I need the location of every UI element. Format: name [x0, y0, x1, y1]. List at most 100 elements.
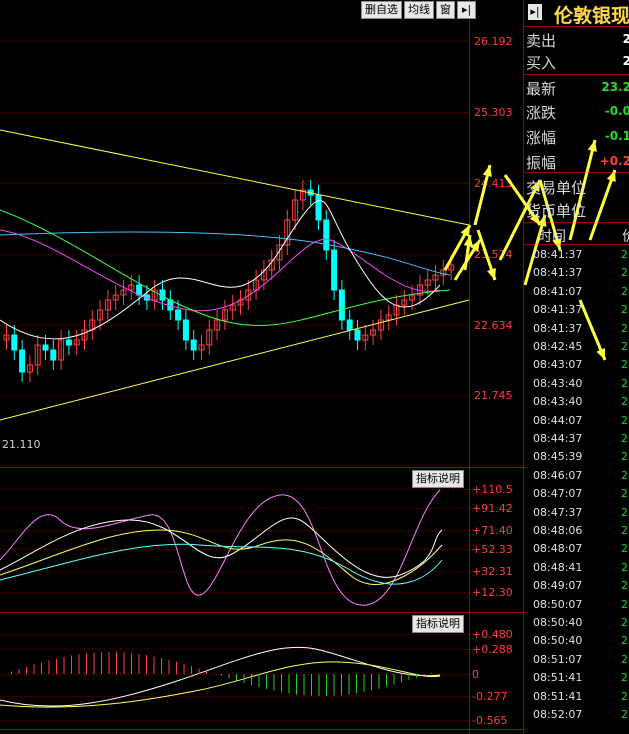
tick-time: 08:47:37	[533, 505, 583, 519]
tick-price: 2	[621, 376, 628, 390]
quote-row-label: 交易单位	[526, 179, 587, 197]
tick-time: 08:50:07	[533, 597, 583, 611]
quote-row: 货币单位	[526, 200, 586, 221]
tick-time: 08:50:40	[533, 616, 583, 629]
indicator2-axis-label: +0.288	[472, 643, 513, 656]
tick-price: 2	[621, 524, 628, 537]
price-axis-label: 23.524	[474, 248, 513, 261]
tick-price: 2	[621, 689, 628, 703]
tick-price: 2	[621, 248, 628, 261]
indicator1-axis: +110.5 +91.42 +71.40 +52.33 +32.31 +12.30	[472, 483, 513, 599]
tick-price: 2	[621, 652, 628, 666]
indicator2-axis: +0.480 +0.288 0 -0.277 -0.565	[472, 628, 513, 727]
tick-price: 2	[621, 616, 628, 629]
quote-row-value: 2	[622, 32, 629, 46]
price-axis-label: 25.303	[474, 106, 513, 119]
tick-time: 08:41:37	[533, 248, 583, 261]
quote-row-label: 货币单位	[526, 202, 587, 220]
quote-panel: ▸| 伦敦银现 卖出 2 买入 2 最新 23.2 涨跌 -0.0 涨幅 -0.1 振幅 +0.2 交易…	[524, 0, 629, 734]
indicator2-help-button[interactable]: 指标说明	[412, 615, 464, 633]
tick-price: 2	[621, 303, 628, 317]
tick-time: 08:43:40	[533, 395, 583, 409]
quote-row: 最新	[526, 78, 556, 99]
ticks-time-header: 时间	[538, 229, 566, 245]
tick-price: 2	[621, 432, 628, 445]
instrument-name: 伦敦银现	[554, 5, 629, 27]
tick-price: 2	[621, 340, 628, 353]
tick-time: 08:48:06	[533, 524, 583, 537]
indicator1-axis-label: +12.30	[472, 586, 513, 599]
quote-row-value: -0.1	[604, 129, 629, 143]
tick-time: 08:47:07	[533, 487, 583, 501]
tick-price: 2	[621, 266, 628, 280]
indicator1-help-button[interactable]: 指标说明	[412, 470, 464, 488]
tick-price: 2	[621, 708, 628, 721]
tick-price: 2	[621, 358, 628, 372]
tick-time: 08:50:40	[533, 634, 583, 648]
quote-row: 卖出	[526, 30, 556, 51]
macd-histogram	[11, 652, 432, 696]
quote-row-value: 2	[622, 54, 629, 68]
price-axis-label: 26.192	[474, 35, 513, 48]
quote-row-label: 最新	[526, 80, 557, 98]
window-button[interactable]: 窗	[436, 1, 455, 19]
indicator1-axis-label: +52.33	[472, 543, 513, 556]
tick-price: 2	[621, 487, 628, 501]
tick-time: 08:52:07	[533, 708, 583, 721]
tick-price: 2	[621, 542, 628, 556]
quote-row-label: 卖出	[526, 32, 557, 50]
tick-time: 08:48:41	[533, 560, 583, 574]
quote-row: 涨跌	[526, 102, 556, 123]
tick-price: 2	[621, 671, 628, 685]
moving-average-button[interactable]: 均线	[404, 1, 434, 19]
tick-price: 2	[621, 560, 628, 574]
tick-time: 08:51:41	[533, 671, 583, 685]
quote-row: 交易单位	[526, 177, 586, 198]
quote-row-value: +0.2	[599, 154, 629, 168]
tick-time: 08:51:41	[533, 689, 583, 703]
tick-time: 08:43:40	[533, 376, 583, 390]
tick-time: 08:51:07	[533, 652, 583, 666]
price-axis: 26.19225.30324.41323.52422.63421.745	[474, 35, 513, 402]
tick-time: 08:41:37	[533, 321, 583, 335]
quote-row-label: 涨幅	[526, 129, 557, 147]
tick-time: 08:48:07	[533, 542, 583, 556]
quote-row: 振幅	[526, 152, 556, 173]
tick-price: 2	[621, 395, 628, 409]
quote-row-value: -0.0	[604, 104, 629, 118]
collapse-icon[interactable]: ▸|	[528, 4, 542, 20]
indicator2-axis-label: -0.277	[472, 690, 507, 703]
price-axis-label: 21.745	[474, 389, 513, 402]
tick-price: 2	[621, 413, 628, 427]
tick-price: 2	[621, 579, 628, 593]
tick-time: 08:42:45	[533, 340, 583, 353]
tick-time: 08:46:07	[533, 468, 583, 482]
indicator1-axis-label: +91.42	[472, 502, 513, 515]
candlesticks	[3, 180, 455, 382]
low-price-label: 21.110	[2, 438, 41, 451]
indicator2-axis-label: 0	[472, 668, 479, 681]
indicator2-axis-label: -0.565	[472, 714, 507, 727]
price-axis-label: 22.634	[474, 319, 513, 332]
tick-time: 08:41:37	[533, 266, 583, 280]
quote-row-label: 振幅	[526, 154, 557, 172]
indicator1-axis-label: +32.31	[472, 565, 513, 578]
tick-price: 2	[621, 321, 628, 335]
indicator1-axis-label: +110.5	[472, 483, 513, 496]
tick-time: 08:44:07	[533, 413, 583, 427]
indicator2-axis-label: +0.480	[472, 628, 513, 641]
quote-row: 涨幅	[526, 127, 556, 148]
quote-row-label: 买入	[526, 54, 557, 72]
tick-time: 08:45:39	[533, 450, 583, 464]
delete-watchlist-button[interactable]: 删自选	[361, 1, 402, 19]
quote-row-value: 23.2	[601, 80, 629, 94]
quote-title: ▸| 伦敦银现	[524, 0, 629, 27]
tick-price: 2	[621, 634, 628, 648]
quote-row: 买入	[526, 52, 556, 73]
expand-icon[interactable]: ▸|	[457, 1, 477, 19]
ticks-price-header: 价	[622, 226, 629, 246]
tick-time: 08:41:07	[533, 284, 583, 298]
moving-average-lines	[0, 129, 470, 708]
tick-price: 2	[621, 450, 628, 464]
indicator1-axis-label: +71.40	[472, 524, 513, 537]
